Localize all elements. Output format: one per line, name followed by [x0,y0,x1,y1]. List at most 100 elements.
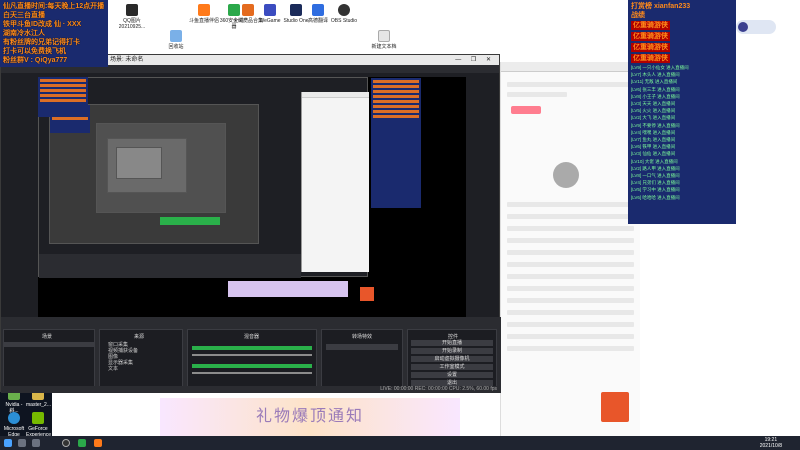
chat-message: [LV8] 小王子 进入直播间 [631,93,680,99]
nested-notice-panel-large [38,77,88,117]
controls-dock[interactable]: 控件 开始直播 开始录制 启动虚拟摄像机 工作室模式 设置 退出 [407,329,497,387]
browser-row [507,286,634,291]
nested-browser-bar [302,92,369,98]
browser-taskbar-icon[interactable] [78,439,86,447]
chat-message: [LV11] 无敌 进入直播间 [631,79,678,85]
notice-line: 有粉丝牌的兄弟记得打卡 [3,39,80,46]
chat-message: [LV3] 天天 进入直播间 [631,101,676,107]
browser-row [507,238,634,243]
chat-highlight: 亿重骑游侠 [631,54,670,63]
desktop-icon-geforce[interactable]: GeForce Experience [26,412,51,438]
chat-message: [LV4] 嘿嘿 进入直播间 [631,129,676,135]
scenes-title: 场景 [42,334,53,340]
chat-highlight: 亿重骑游侠 [631,21,670,30]
transitions-dock[interactable]: 转场特效 [321,329,403,387]
browser-row [507,202,634,207]
start-icon[interactable] [4,439,12,447]
start-streaming-button[interactable]: 开始直播 [411,340,493,346]
desktop-icon-douyu[interactable]: 斗鱼直播伴侣 [188,4,220,24]
chat-highlight: 亿重骑游侠 [631,43,670,52]
douyu-icon [198,4,210,16]
nested-capture-4 [107,138,187,193]
studio-one-icon [290,4,302,16]
volume-slider[interactable] [192,372,312,374]
source-item[interactable]: 文本 [100,366,182,372]
image-file-icon [126,4,138,16]
browser-window[interactable] [500,62,640,438]
wegame-icon [264,4,276,16]
shield-icon [242,4,254,16]
browser-tag[interactable] [511,106,541,114]
streamer-avatar-icon [738,22,748,32]
notice-line: 湖南冷水江人 [3,30,45,37]
browser-row [507,334,634,339]
controls-title: 控件 [448,334,459,340]
browser-row [507,274,634,279]
obs-icon [338,4,350,16]
chat-overlay: 打赏榜 xianfan233 战绩 亿重骑游侠 亿重骑游侠 亿重骑游侠 亿重骑游… [628,0,736,224]
sources-title: 来源 [134,334,145,340]
nested-gift-icon [360,287,374,301]
nested-capture-2 [49,104,259,244]
gift-banner: 礼物爆顶通知 [160,398,460,436]
browser-row [507,262,634,267]
edge-icon [8,412,20,424]
chat-message: [LV4] 兄弟们 进入直播间 [631,180,680,186]
stream-notice-overlay: 仙凡直播时间:每天晚上12点开播 白天三台直播 铁甲斗鱼ID改成 仙 · XXX… [0,0,108,67]
obs-taskbar-icon[interactable] [62,439,70,447]
volume-slider[interactable] [192,354,312,356]
chat-message: [LV9] 不要停 进入直播间 [631,122,680,128]
search-icon[interactable] [18,439,26,447]
obs-window[interactable]: OBS 27.1.1 - 配置文件: 未命名 - 场景: 未命名 — ❐ ✕ [0,54,501,393]
gift-icon[interactable] [601,392,629,422]
taskbar-clock[interactable]: 19:21 2021/10/8 [760,437,782,449]
task-view-icon[interactable] [32,439,40,447]
desktop-icon-qq[interactable]: QQ图片 20210925... [116,4,148,30]
geforce-icon [32,412,44,424]
scene-item[interactable] [4,342,94,347]
browser-titlebar[interactable] [501,62,640,72]
nested-docks [39,254,301,278]
browser-row [507,346,634,351]
settings-button[interactable]: 设置 [411,372,493,378]
douyu-taskbar-icon[interactable] [94,439,102,447]
browser-row [507,82,634,87]
obs-status-bar: LIVE: 00:00:00 REC: 00:00:00 CPU: 2.5%, … [1,386,501,393]
obs-preview[interactable] [38,77,466,317]
browser-row [507,298,634,303]
chat-message: [LV6] 哈哈哈 进入直播间 [631,194,680,200]
nested-mixer [160,217,220,225]
desktop-icon-label: 斗鱼直播伴侣 [188,18,219,24]
start-recording-button[interactable]: 开始录制 [411,348,493,354]
notice-line: 仙凡直播时间:每天晚上12点开播 [3,3,105,10]
desktop-icon-label: WeGame [259,18,281,24]
studio-mode-button[interactable]: 工作室模式 [411,364,493,370]
notice-line: 打卡可以免费换飞机 [3,48,66,55]
desktop-icon-recycle-bin[interactable]: 回收站 [160,30,192,50]
nested-capture-5 [116,147,162,179]
scenes-dock[interactable]: 场景 [3,329,95,387]
sources-dock[interactable]: 来源 窗口采集 视频捕获设备 图像 显示器采集 文本 [99,329,183,387]
browser-row [507,214,634,219]
transition-select[interactable] [326,344,398,350]
clock-date: 2021/10/8 [759,443,782,449]
desktop-icon-text-file[interactable]: 新建文本档 [368,30,400,50]
desktop-icon-obs[interactable]: OBS Studio [328,4,360,24]
live-badge [736,20,776,34]
window-controls[interactable]: — ❐ ✕ [455,55,495,65]
browser-row [507,226,634,231]
desktop-icon-edge[interactable]: Microsoft Edge [2,412,26,438]
chat-message: [LV5] 学习中 进入直播间 [631,187,680,193]
browser-row [507,322,634,327]
mixer-dock[interactable]: 混音器 [187,329,317,387]
desktop-icon-label: 高德翻译 [307,18,328,24]
virtual-camera-button[interactable]: 启动虚拟摄像机 [411,356,493,362]
nested-pink-banner [228,281,348,297]
chat-header: 打赏榜 xianfan233 [631,3,691,10]
nested-browser [301,92,369,272]
mixer-title: 混音器 [244,334,260,340]
chat-message: [LV2] 路人甲 进入直播间 [631,165,680,171]
desktop-icon-label: QQ图片 20210925... [118,18,146,30]
chat-message: [LV9] 一只小仙女 进入直播间 [631,65,689,70]
taskbar: 19:21 2021/10/8 [0,436,800,450]
